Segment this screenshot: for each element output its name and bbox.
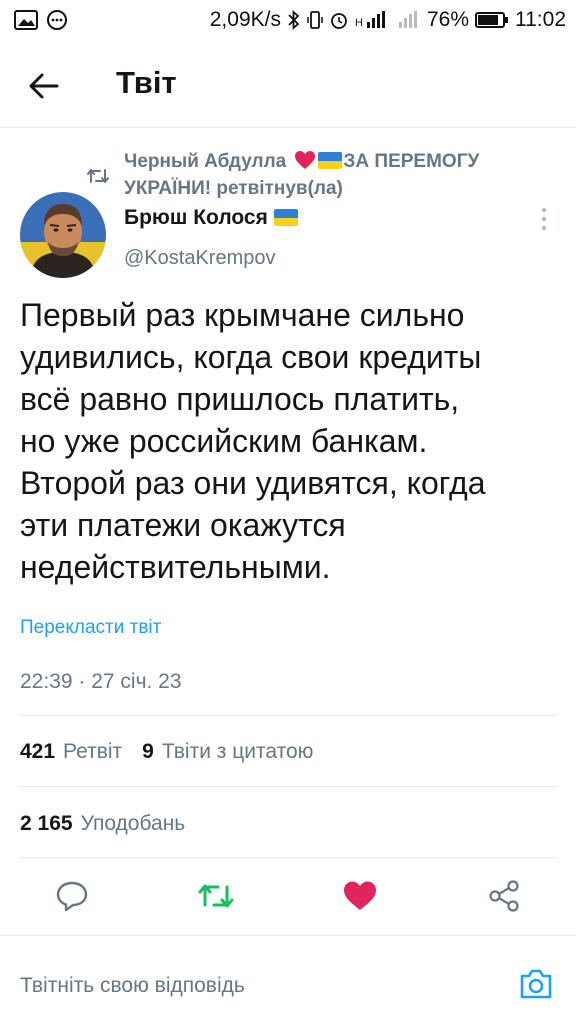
translate-tweet-link[interactable]: Перекласти твіт (20, 617, 161, 639)
like-icon (344, 881, 376, 910)
author-name[interactable]: Брюш Колося (124, 206, 300, 230)
divider (20, 786, 557, 787)
signal-icon: H (355, 11, 385, 29)
quotes-count: 9 (142, 740, 154, 763)
share-button[interactable] (484, 878, 524, 914)
retweet-icon (198, 884, 234, 908)
likes-count: 2 165 (20, 812, 73, 835)
likes-label: Уподобань (80, 812, 186, 835)
bluetooth-icon (288, 10, 300, 30)
like-button[interactable] (340, 878, 380, 914)
stats-row-likes: 2 165 Уподобань (20, 812, 205, 836)
tweet-line: Первый раз крымчане сильно (20, 297, 465, 333)
svg-text:H: H (355, 17, 363, 29)
ukraine-flag-icon (273, 209, 298, 226)
arrow-left-icon (29, 73, 59, 99)
back-button[interactable] (24, 66, 64, 106)
battery-icon (475, 12, 508, 28)
red-heart-icon (294, 151, 315, 169)
retweets-label: Ретвіт (63, 740, 123, 763)
message-icon (47, 10, 67, 30)
reply-icon (56, 881, 88, 912)
battery-percent: 76% (426, 8, 469, 31)
divider (20, 857, 557, 858)
tweet-line: удивились, когда свои кредиты (20, 339, 482, 375)
avatar[interactable] (20, 192, 106, 278)
avatar-portrait-icon (20, 192, 106, 278)
clock: 11:02 (515, 8, 566, 31)
tweet-text: Первый раз крымчане сильно удивились, ко… (20, 294, 560, 588)
tweet-line: всё равно пришлось платить, (20, 381, 460, 417)
more-options-icon[interactable] (532, 206, 556, 232)
likes-stat[interactable]: 2 165 Уподобань (20, 812, 185, 836)
signal-icon-2 (398, 11, 417, 28)
retweets-stat[interactable]: 421 Ретвіт (20, 740, 122, 764)
share-icon (489, 880, 519, 912)
network-speed: 2,09K/s (209, 8, 281, 31)
author-name-text: Брюш Колося (124, 206, 268, 229)
header: Твіт (0, 40, 576, 128)
quotes-label: Твіти з цитатою (161, 740, 314, 763)
page-title: Твіт (116, 65, 177, 100)
retweets-count: 421 (20, 740, 56, 763)
tweet-line: недействительными. (20, 549, 331, 585)
retweeter-name: Черный Абдулла (124, 151, 287, 172)
reply-bar (0, 950, 576, 1024)
alarm-icon (331, 13, 347, 29)
retweet-small-icon (87, 169, 109, 183)
ukraine-flag-icon (317, 152, 342, 169)
divider (20, 715, 557, 716)
tweet-line: но уже российским банкам. (20, 423, 428, 459)
divider (0, 935, 576, 936)
tweet-timestamp[interactable]: 22:39 · 27 січ. 23 (20, 670, 182, 694)
retweeter-name-suffix: ЗА ПЕРЕМОГУ (343, 151, 480, 172)
camera-icon (520, 969, 552, 999)
reply-input[interactable] (20, 966, 490, 1006)
stats-row-retweets: 421 Ретвіт 9 Твіти з цитатою (20, 740, 333, 764)
camera-button[interactable] (516, 964, 556, 1004)
author-handle[interactable]: @KostaKrempov (124, 247, 275, 270)
retweet-context[interactable]: Черный Абдулла ЗА ПЕРЕМОГУ УКРАЇНИ! ретв… (124, 148, 524, 202)
image-icon (14, 10, 38, 30)
tweet-actions (0, 870, 576, 922)
tweet-line: Второй раз они удивятся, когда (20, 465, 486, 501)
reply-button[interactable] (52, 878, 92, 914)
status-bar: 2,09K/s H 76% 11:02 (0, 0, 576, 40)
retweet-button[interactable] (196, 878, 236, 914)
quotes-stat[interactable]: 9 Твіти з цитатою (142, 740, 313, 764)
vibrate-icon (307, 11, 323, 29)
tweet-line: эти платежи окажутся (20, 507, 346, 543)
retweeted-label: УКРАЇНИ! ретвітнув(ла) (124, 178, 343, 199)
